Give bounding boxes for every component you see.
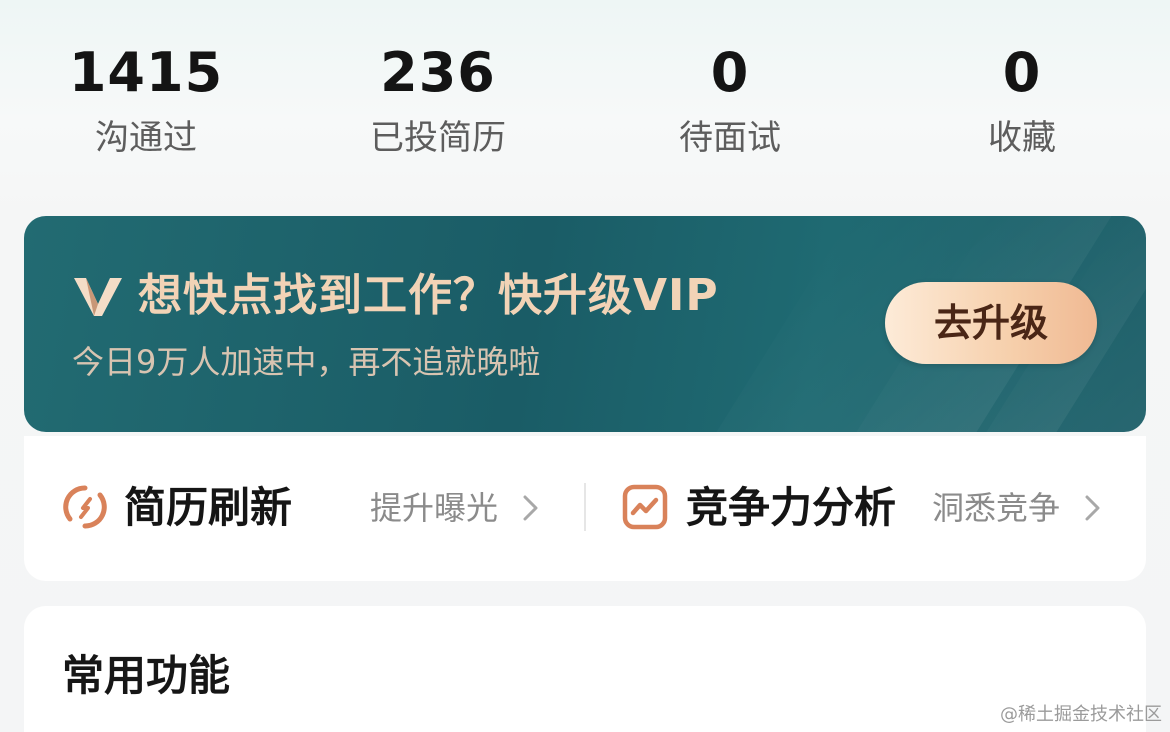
- stat-value: 1415: [68, 41, 224, 104]
- qa-subtitle: 提升曝光: [370, 489, 499, 527]
- competitiveness-item[interactable]: 竞争力分析 洞悉竞争: [586, 436, 1146, 581]
- section-title: 常用功能: [62, 651, 231, 700]
- stat-value: 0: [1002, 41, 1042, 104]
- chevron-right-icon: [523, 495, 538, 521]
- qa-subtitle: 洞悉竞争: [932, 489, 1061, 527]
- trend-chart-icon: [622, 484, 668, 530]
- qa-title: 简历刷新: [124, 483, 293, 532]
- stat-contacted[interactable]: 1415 沟通过: [26, 40, 266, 160]
- stat-label: 沟通过: [95, 118, 197, 158]
- stat-interviews[interactable]: 0 待面试: [610, 40, 850, 160]
- stat-value: 0: [710, 41, 750, 104]
- stat-value: 236: [380, 41, 496, 104]
- stat-favorites[interactable]: 0 收藏: [902, 40, 1142, 160]
- stats-row: 1415 沟通过 236 已投简历 0 待面试 0 收藏: [0, 0, 1170, 200]
- stat-label: 待面试: [679, 118, 781, 158]
- stat-label: 已投简历: [370, 118, 506, 158]
- vip-title: 想快点找到工作？快升级VIP: [138, 270, 719, 321]
- stat-label: 收藏: [988, 118, 1056, 158]
- watermark: @稀土掘金技术社区: [1000, 704, 1162, 725]
- chevron-right-icon: [1085, 495, 1100, 521]
- qa-title: 竞争力分析: [686, 483, 897, 532]
- vip-v-logo-icon: [74, 278, 122, 316]
- quick-actions-card: 简历刷新 提升曝光 竞争力分析 洞悉竞争: [24, 436, 1146, 581]
- stat-resumes-sent[interactable]: 236 已投简历: [318, 40, 558, 160]
- vip-subtitle: 今日9万人加速中，再不追就晚啦: [72, 343, 541, 381]
- refresh-icon: [63, 485, 107, 529]
- vip-banner[interactable]: 想快点找到工作？快升级VIP 今日9万人加速中，再不追就晚啦 去升级: [24, 216, 1146, 432]
- upgrade-button[interactable]: 去升级: [885, 282, 1097, 364]
- common-functions-card: 常用功能: [24, 606, 1146, 732]
- resume-refresh-item[interactable]: 简历刷新 提升曝光: [24, 436, 584, 581]
